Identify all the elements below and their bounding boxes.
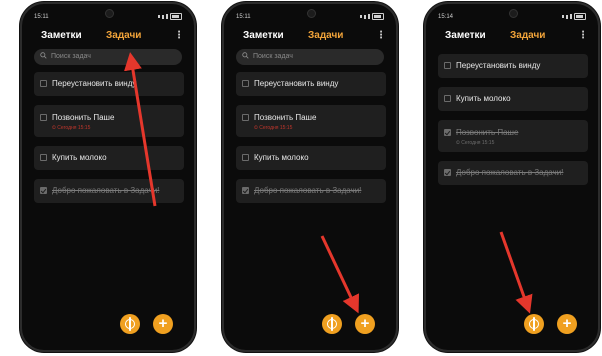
more-vert-icon[interactable]: ⋮ — [376, 31, 386, 41]
task-title: Переустановить винду — [52, 79, 137, 88]
task-checkbox-checked[interactable] — [40, 187, 47, 194]
tab-notes[interactable]: Заметки — [445, 30, 486, 41]
app-header: Заметки Задачи ⋮ — [22, 30, 194, 44]
signal-bar — [364, 14, 366, 19]
signal-bar — [368, 14, 370, 19]
task-card[interactable]: Позвонить Паше ⏲ Сегодня 15:15 — [236, 105, 386, 137]
task-title: Добро пожаловать в Задачи! — [456, 168, 564, 177]
tab-notes[interactable]: Заметки — [243, 30, 284, 41]
add-task-button[interactable]: + — [153, 314, 173, 334]
task-checkbox[interactable] — [242, 114, 249, 121]
status-icons — [360, 13, 384, 20]
task-checkbox-checked[interactable] — [444, 129, 451, 136]
phone-screen-2: 15:11 Заметки Задачи ⋮ Поиск задач Переу… — [222, 2, 398, 352]
task-card[interactable]: Переустановить винду — [34, 72, 184, 96]
search-input[interactable]: Поиск задач — [236, 49, 384, 65]
status-time: 15:11 — [34, 14, 49, 20]
signal-bar — [162, 14, 164, 19]
search-icon — [242, 52, 249, 59]
voice-fab-button[interactable] — [120, 314, 140, 334]
task-due-date: ⏲ Сегодня 15:15 — [254, 125, 293, 131]
task-title: Позвонить Паше — [52, 113, 115, 122]
task-checkbox[interactable] — [444, 62, 451, 69]
task-title: Добро пожаловать в Задачи! — [52, 186, 160, 195]
search-placeholder: Поиск задач — [253, 53, 293, 60]
task-title: Позвонить Паше — [254, 113, 317, 122]
tab-tasks[interactable]: Задачи — [106, 30, 141, 41]
voice-fab-button[interactable] — [524, 314, 544, 334]
status-bar: 15:14 — [438, 13, 586, 23]
status-bar: 15:11 — [236, 13, 384, 23]
task-card[interactable]: Купить молоко — [34, 146, 184, 170]
signal-icon — [158, 15, 160, 18]
search-input[interactable]: Поиск задач — [34, 49, 182, 65]
task-title: Переустановить винду — [456, 61, 541, 70]
task-card[interactable]: Переустановить винду — [438, 54, 588, 78]
task-checkbox[interactable] — [40, 80, 47, 87]
search-placeholder: Поиск задач — [51, 53, 91, 60]
battery-icon — [170, 13, 182, 20]
task-due-date: ⏲ Сегодня 15:15 — [52, 125, 91, 131]
search-icon — [40, 52, 47, 59]
task-card[interactable]: Добро пожаловать в Задачи! — [34, 179, 184, 203]
task-card[interactable]: Купить молоко — [438, 87, 588, 111]
add-task-button[interactable]: + — [557, 314, 577, 334]
task-checkbox[interactable] — [40, 114, 47, 121]
task-card[interactable]: Переустановить винду — [236, 72, 386, 96]
tab-notes[interactable]: Заметки — [41, 30, 82, 41]
task-title: Позвонить Паше — [456, 128, 519, 137]
task-card[interactable]: Позвонить Паше ⏲ Сегодня 15:15 — [34, 105, 184, 137]
tab-tasks[interactable]: Задачи — [308, 30, 343, 41]
battery-icon — [372, 13, 384, 20]
status-bar: 15:11 — [34, 13, 182, 23]
tab-tasks[interactable]: Задачи — [510, 30, 545, 41]
task-checkbox-checked[interactable] — [444, 169, 451, 176]
task-checkbox[interactable] — [444, 95, 451, 102]
signal-bar — [166, 14, 168, 19]
battery-icon — [574, 13, 586, 20]
voice-fab-button[interactable] — [322, 314, 342, 334]
task-title: Переустановить винду — [254, 79, 339, 88]
phone-screen-3: 15:14 Заметки Задачи ⋮ Переустановить ви… — [424, 2, 600, 352]
task-card[interactable]: Купить молоко — [236, 146, 386, 170]
more-vert-icon[interactable]: ⋮ — [578, 31, 588, 41]
signal-icon — [562, 15, 564, 18]
task-checkbox[interactable] — [40, 154, 47, 161]
phone-screen-1: 15:11 Заметки Задачи ⋮ Поиск задач Переу… — [20, 2, 196, 352]
task-checkbox[interactable] — [242, 154, 249, 161]
task-title: Добро пожаловать в Задачи! — [254, 186, 362, 195]
signal-icon — [360, 15, 362, 18]
app-header: Заметки Задачи ⋮ — [426, 30, 598, 44]
task-checkbox[interactable] — [242, 80, 249, 87]
task-title: Купить молоко — [52, 153, 107, 162]
task-title: Купить молоко — [254, 153, 309, 162]
status-icons — [158, 13, 182, 20]
signal-bar — [566, 14, 568, 19]
status-icons — [562, 13, 586, 20]
app-header: Заметки Задачи ⋮ — [224, 30, 396, 44]
status-time: 15:11 — [236, 14, 251, 20]
task-card[interactable]: Позвонить Паше ⏲ Сегодня 15:15 — [438, 120, 588, 152]
signal-bar — [570, 14, 572, 19]
add-task-button[interactable]: + — [355, 314, 375, 334]
task-title: Купить молоко — [456, 94, 511, 103]
task-card[interactable]: Добро пожаловать в Задачи! — [438, 161, 588, 185]
task-card[interactable]: Добро пожаловать в Задачи! — [236, 179, 386, 203]
more-vert-icon[interactable]: ⋮ — [174, 31, 184, 41]
task-due-date: ⏲ Сегодня 15:15 — [456, 140, 495, 146]
status-time: 15:14 — [438, 14, 454, 20]
task-checkbox-checked[interactable] — [242, 187, 249, 194]
